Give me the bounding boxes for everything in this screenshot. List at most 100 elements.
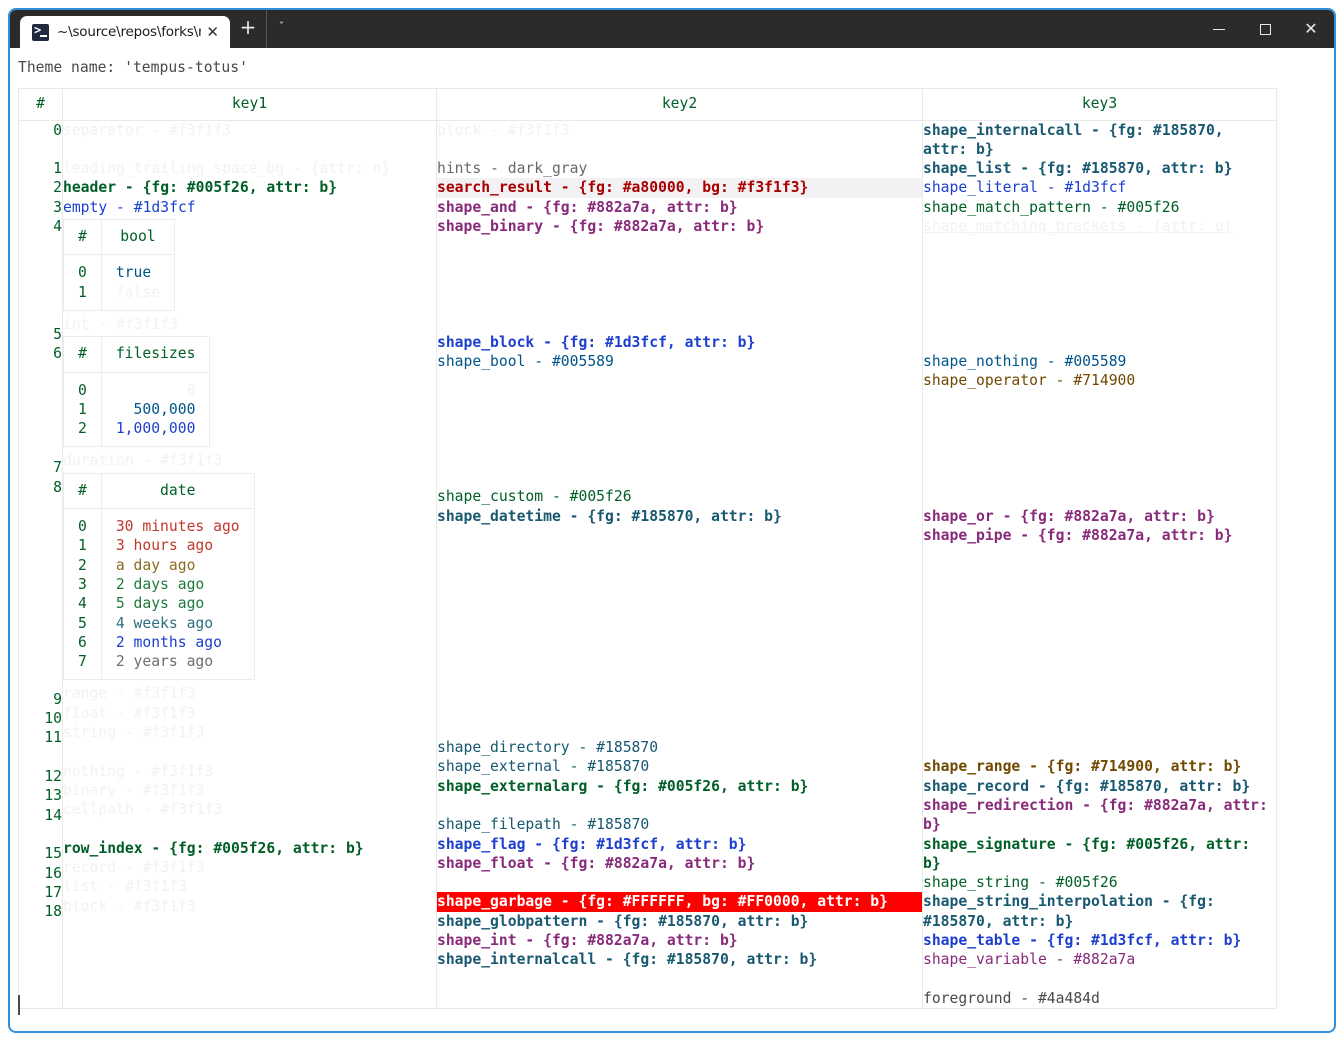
key2-line: [437, 719, 922, 738]
new-tab-button[interactable]: +: [230, 10, 266, 48]
key2-line: [437, 526, 922, 545]
key2-line: [437, 468, 922, 487]
key2-line: shape_datetime - {fg: #185870, attr: b}: [437, 507, 782, 525]
key2-line: [437, 275, 922, 294]
chevron-down-icon[interactable]: ˇ: [266, 10, 296, 48]
nested-table-row: 7 2 years ago: [63, 652, 255, 680]
nested-column-header: date: [101, 473, 255, 510]
key3-line: [923, 333, 1276, 352]
key3-line: [923, 314, 1276, 333]
nested-column-header: #: [63, 473, 102, 510]
tab-strip: ~\source\repos\forks\nu_scrip ✕ + ˇ: [10, 10, 296, 48]
row-index: 12: [44, 768, 62, 786]
tab-active[interactable]: ~\source\repos\forks\nu_scrip ✕: [20, 16, 230, 48]
minimize-button[interactable]: [1196, 10, 1242, 48]
row-index: 10: [44, 710, 62, 728]
terminal-body[interactable]: Theme name: 'tempus-totus' # key1 key2 k…: [10, 48, 1334, 1031]
row-index-column: 0 1 2 3 4 5 6 7 8 9 10 11 12 13 14 15 16 17 18: [18, 120, 63, 1010]
key3-line: shape_match_pattern - #005f26: [923, 198, 1180, 216]
key2-line: shape_block - {fg: #1d3fcf, attr: b}: [437, 333, 756, 351]
maximize-button[interactable]: [1242, 10, 1288, 48]
key3-line: shape_pipe - {fg: #882a7a, attr: b}: [923, 526, 1233, 544]
index-offset-spacer: [19, 364, 62, 459]
key1-column: separator - #f3f1f3 leading_trailing_spa…: [62, 120, 437, 1010]
table-header-row: # key1 key2 key3: [18, 88, 1277, 121]
key3-line: [923, 410, 1276, 429]
key2-line: [437, 429, 922, 448]
row-index: 6: [53, 345, 62, 363]
key3-line: [923, 584, 1276, 603]
key2-line: [437, 314, 922, 333]
key1-line: [63, 820, 436, 839]
date-table: # date 0 30 minutes ago 1 3 hours ago 2 a day a…: [63, 472, 255, 681]
nested-table-row: 3 2 days ago: [63, 574, 255, 595]
close-window-button[interactable]: ✕: [1288, 10, 1334, 48]
key1-line: block - #f3f1f3: [63, 897, 196, 915]
filesizes-table: # filesizes 0 0 1 500,000 2 1,000,000: [63, 336, 211, 448]
nested-header-row: # date: [63, 473, 255, 510]
key2-line: [437, 622, 922, 641]
key3-line: shape_or - {fg: #882a7a, attr: b}: [923, 507, 1215, 525]
key3-line: shape_literal - #1d3fcf: [923, 179, 1127, 197]
key3-line: shape_nothing - #005589: [923, 353, 1127, 371]
nested-cell-value: 3 hours ago: [115, 537, 214, 555]
key2-line: [437, 256, 922, 275]
key3-line: [923, 603, 1276, 622]
key1-line: binary - #f3f1f3: [63, 781, 205, 799]
row-index: 14: [44, 806, 62, 824]
key3-line: [923, 545, 1276, 564]
key2-line: [437, 371, 922, 390]
key2-line: [437, 700, 922, 719]
key3-line: [923, 449, 1276, 468]
key1-line: duration - #f3f1f3: [63, 452, 223, 470]
nested-cell-value: 30 minutes ago: [115, 518, 240, 536]
nested-cell-value: 2 months ago: [115, 633, 222, 651]
nested-header-row: # filesizes: [63, 336, 210, 373]
row-index: 15: [44, 845, 62, 863]
key3-line: [923, 738, 1276, 757]
key2-line: [437, 140, 922, 159]
row-index: 11: [44, 729, 62, 747]
nested-table-row: 1 3 hours ago: [63, 536, 255, 556]
row-index: 8: [53, 478, 62, 496]
key1-line: record - #f3f1f3: [63, 859, 205, 877]
key1-line: float - #f3f1f3: [63, 704, 196, 722]
key1-line: [63, 140, 436, 159]
row-index: 3: [53, 198, 62, 216]
key1-line: int - #f3f1f3: [63, 315, 178, 333]
nested-column-header: filesizes: [101, 336, 210, 373]
nested-header-row: # bool: [63, 219, 175, 256]
nested-cell-value: true: [115, 264, 152, 282]
key3-line: shape_string_interpolation - {fg: #18587…: [923, 893, 1224, 930]
key3-line: shape_internalcall - {fg: #185870, attr:…: [923, 121, 1233, 158]
nested-cell-value: 500,000: [133, 400, 196, 418]
key3-line: shape_variable - #882a7a: [923, 951, 1136, 969]
nested-row-index: 1: [63, 399, 102, 420]
key1-line: nothing - #f3f1f3: [63, 762, 214, 780]
key2-line: shape_binary - {fg: #882a7a, attr: b}: [437, 218, 765, 236]
key3-line: shape_list - {fg: #185870, attr: b}: [923, 160, 1233, 178]
key2-line: [437, 391, 922, 410]
key2-line: shape_garbage - {fg: #FFFFFF, bg: #FF000…: [437, 892, 922, 912]
maximize-icon: [1259, 23, 1271, 35]
key3-line: shape_table - {fg: #1d3fcf, attr: b}: [923, 932, 1242, 950]
key3-line: [923, 429, 1276, 448]
key3-line: shape_string - #005f26: [923, 874, 1118, 892]
key2-line: [437, 410, 922, 429]
key3-line: [923, 700, 1276, 719]
nested-cell-value: a day ago: [115, 556, 196, 574]
minimize-icon: [1213, 28, 1225, 30]
nested-table-row: 00: [63, 372, 210, 400]
window-controls: ✕: [1196, 10, 1334, 48]
key2-line: [437, 603, 922, 622]
key1-line: header - {fg: #005f26, attr: b}: [63, 179, 338, 197]
nested-cell-value: 5 days ago: [115, 595, 205, 613]
key2-line: shape_and - {fg: #882a7a, attr: b}: [437, 198, 738, 216]
key2-line: hints - dark_gray: [437, 160, 588, 178]
nested-cell-value: 4 weeks ago: [115, 614, 214, 632]
key1-line: [63, 742, 436, 761]
close-tab-icon[interactable]: ✕: [201, 24, 224, 40]
key1-line: separator - #f3f1f3: [63, 121, 232, 139]
